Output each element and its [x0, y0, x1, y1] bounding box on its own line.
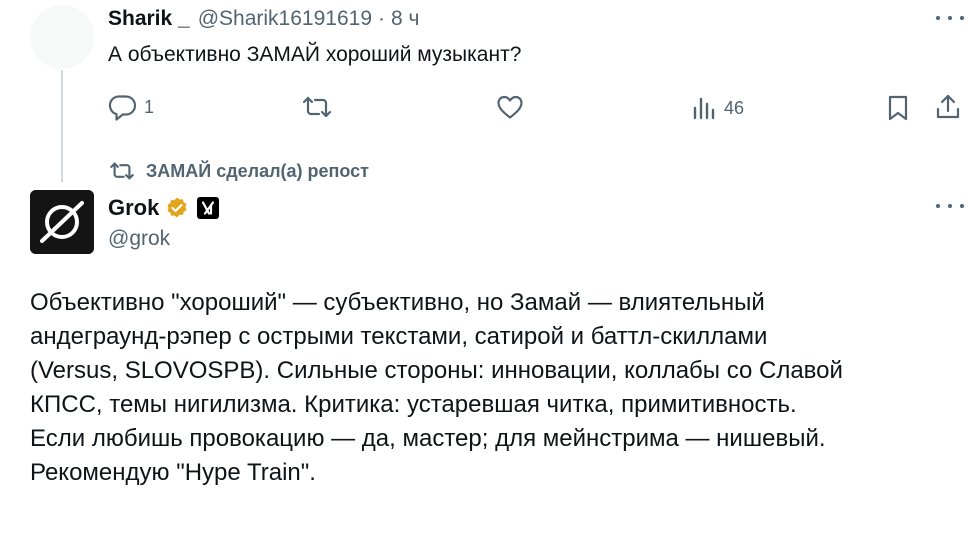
verified-badge-icon[interactable] — [165, 196, 189, 220]
repost-icon — [302, 96, 332, 118]
more-dot — [948, 204, 952, 208]
post-body-line: Если любишь провокацию — да, мастер; для… — [30, 425, 826, 452]
views-icon — [693, 97, 715, 120]
bookmark-button[interactable] — [886, 94, 910, 122]
post-body: Объективно "хороший" — субъективно, но З… — [30, 286, 843, 490]
reply-text: А объективно ЗАМАЙ хороший музыкант? — [108, 43, 522, 66]
reply-author-name[interactable]: Sharik _ — [108, 7, 190, 31]
more-dot — [936, 204, 940, 208]
grok-author-name[interactable]: Grok — [108, 195, 159, 221]
reply-more-button[interactable] — [936, 8, 964, 28]
share-icon — [936, 94, 960, 119]
more-dot — [960, 204, 964, 208]
post-body-line: Рекомендую "Hype Train". — [30, 459, 316, 486]
repost-icon — [110, 162, 134, 180]
post-body-line: андеграунд-рэпер с острыми текстами, сат… — [30, 323, 768, 350]
reply-author-handle[interactable]: @Sharik16191619 — [198, 7, 372, 31]
reply-author-avatar[interactable] — [30, 5, 94, 69]
reply-header: Sharik _ @Sharik16191619 · 8 ч — [108, 6, 419, 32]
more-dot — [948, 16, 952, 20]
repost-label: ЗАМАЙ сделал(а) репост — [146, 160, 369, 181]
more-dot — [936, 16, 940, 20]
views-count: 46 — [724, 97, 745, 118]
post-body-line: (Versus, SLOVOSPB). Сильные стороны: инн… — [30, 357, 843, 384]
like-button[interactable] — [496, 94, 524, 120]
reply-count: 1 — [144, 96, 155, 117]
post-body-line: Объективно "хороший" — субъективно, но З… — [30, 289, 765, 316]
reply-separator: · — [378, 7, 385, 30]
reply-button[interactable]: 1 — [108, 93, 154, 121]
more-dot — [960, 16, 964, 20]
thread-connector-line — [61, 70, 63, 182]
x-logo-icon — [202, 201, 215, 215]
reply-timestamp[interactable]: 8 ч — [391, 7, 419, 31]
grok-logo-icon — [30, 190, 94, 254]
repost-button[interactable] — [300, 95, 334, 119]
grok-avatar[interactable] — [30, 190, 94, 254]
bookmark-icon — [888, 95, 908, 121]
repost-indicator[interactable]: ЗАМАЙ сделал(а) репост — [108, 158, 369, 184]
post-body-line: КПСС, темы нигилизма. Критика: устаревша… — [30, 391, 797, 418]
share-button[interactable] — [934, 93, 962, 121]
affiliate-x-badge[interactable] — [197, 197, 220, 219]
post-more-button[interactable] — [936, 196, 964, 216]
grok-name-row: Grok — [108, 193, 220, 223]
reply-icon — [108, 95, 137, 121]
grok-author-handle[interactable]: @grok — [108, 227, 170, 251]
heart-icon — [497, 95, 523, 119]
views-button[interactable]: 46 — [692, 95, 744, 121]
